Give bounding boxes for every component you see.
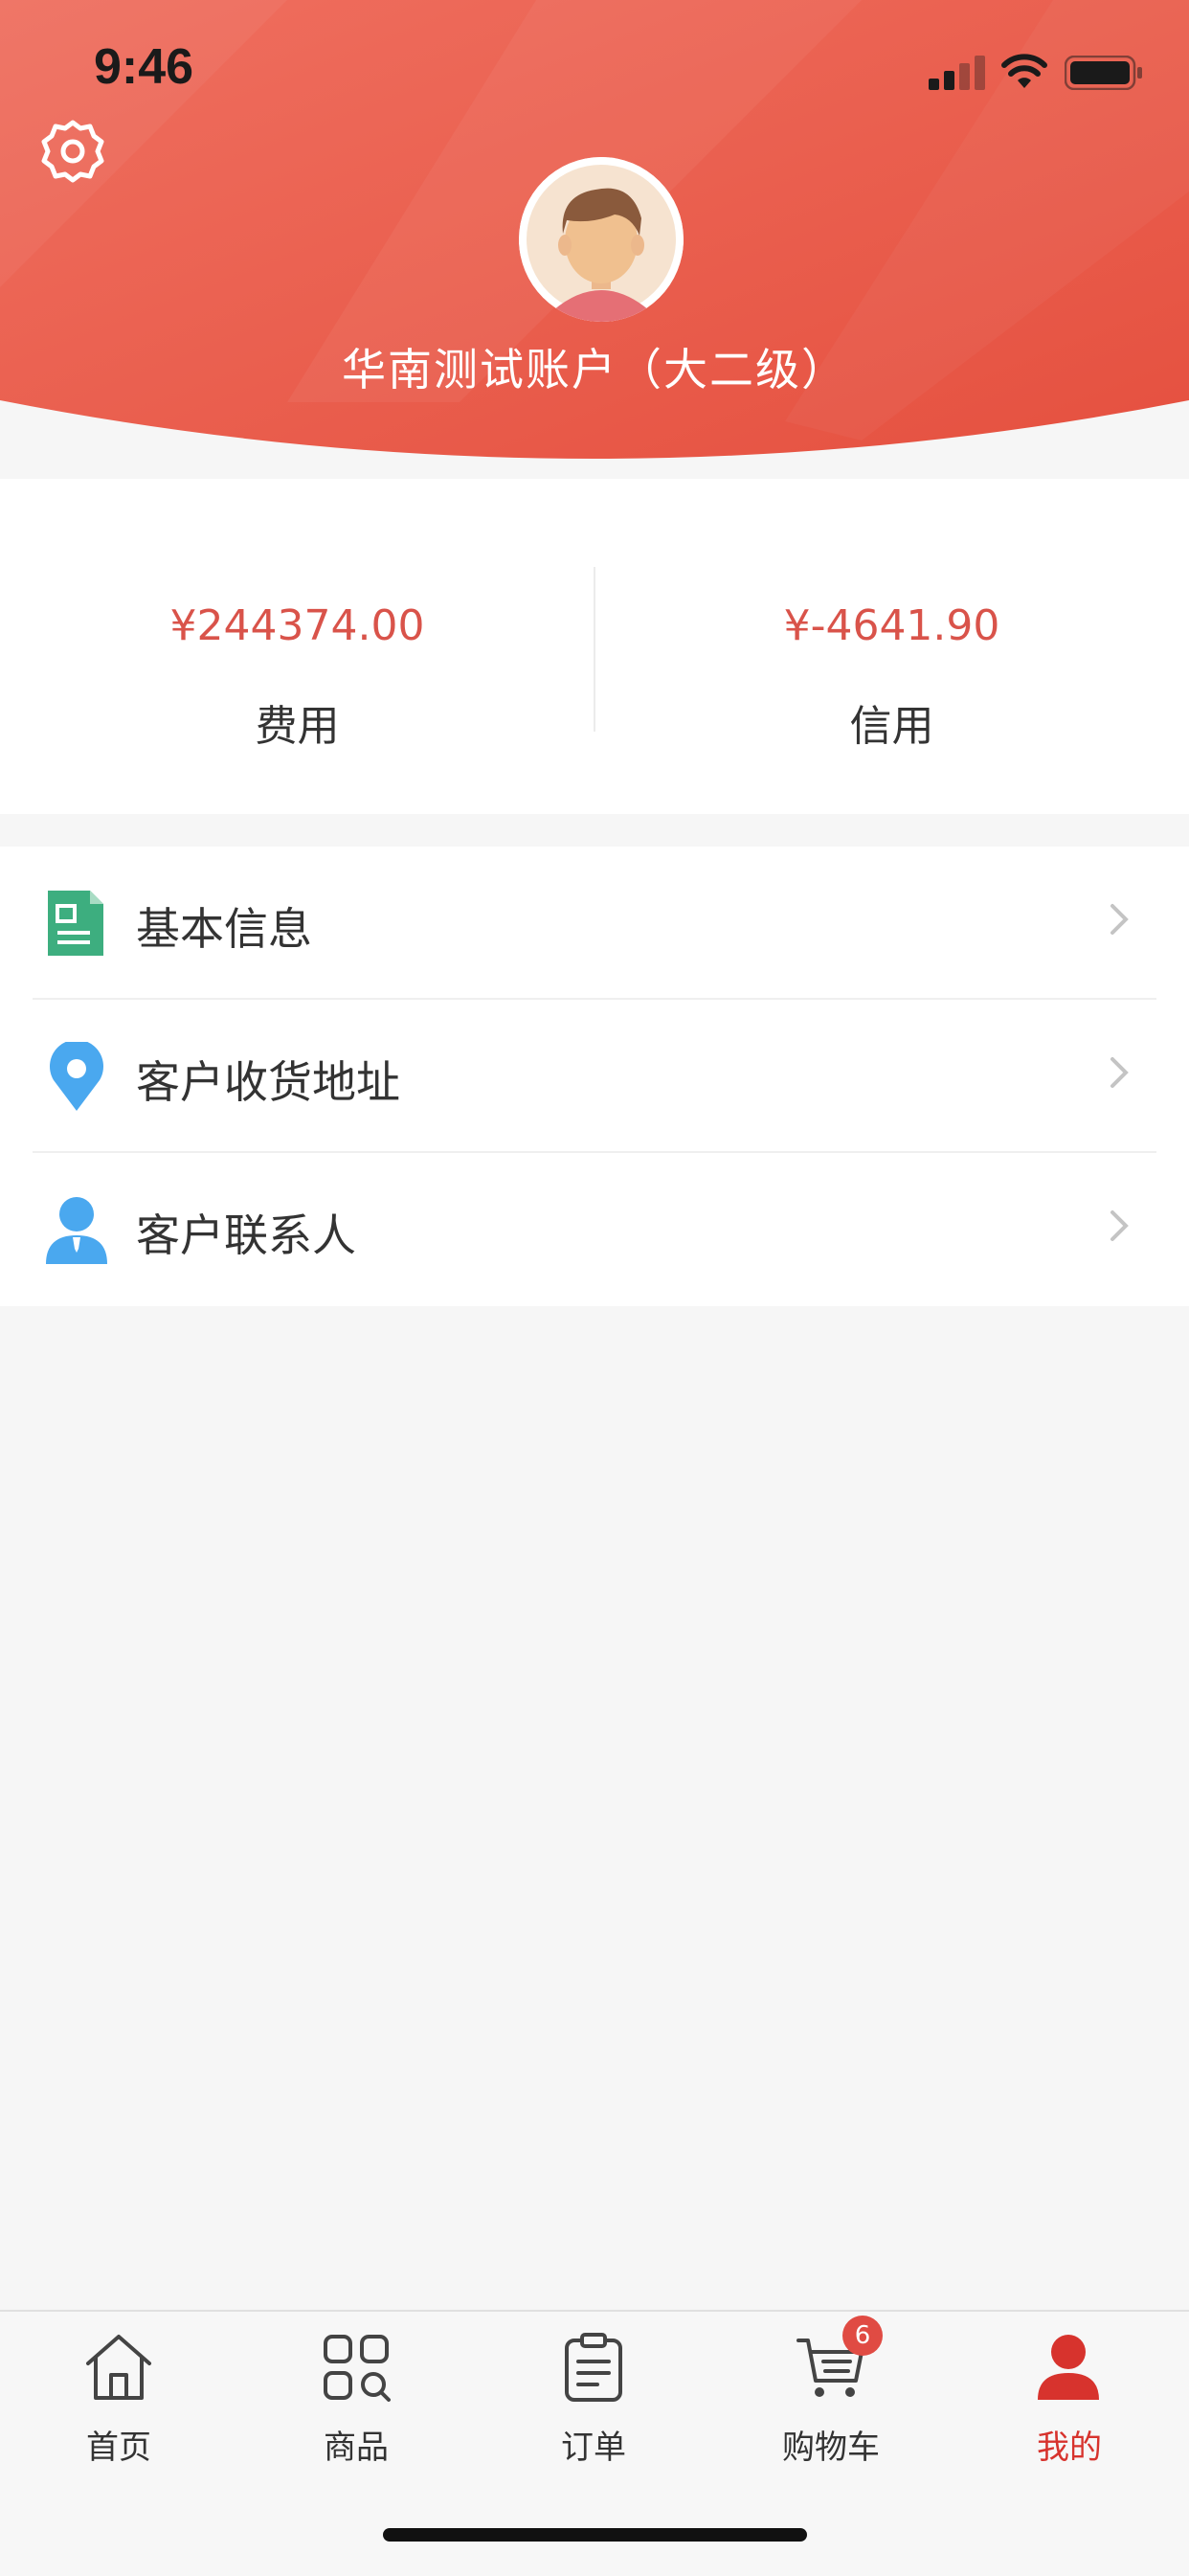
battery-icon [1065, 56, 1142, 90]
fee-stat[interactable]: ¥244374.00 费用 [0, 479, 594, 814]
menu-label-shipping-address: 客户收货地址 [136, 1056, 400, 1108]
contact-person-icon [46, 1197, 107, 1264]
tab-mine[interactable]: 我的 [950, 2312, 1189, 2503]
credit-amount: ¥-4641.90 [783, 601, 1000, 650]
avatar[interactable] [519, 157, 684, 322]
menu-item-basic-info[interactable]: 基本信息 [0, 847, 1189, 1000]
status-bar: 9:46 [0, 0, 1189, 144]
chevron-right-icon [1110, 1210, 1129, 1241]
chevron-right-icon [1110, 1057, 1129, 1088]
account-name: 华南测试账户（大二级） [342, 344, 847, 395]
tab-cart[interactable]: 购物车 [712, 2312, 950, 2503]
tab-orders[interactable]: 订单 [475, 2312, 712, 2503]
fee-label: 费用 [255, 702, 340, 751]
clipboard-icon [565, 2333, 622, 2402]
fee-amount: ¥244374.00 [169, 601, 425, 650]
cart-count-badge: 6 [842, 2316, 883, 2356]
menu-item-contacts[interactable]: 客户联系人 [0, 1153, 1189, 1306]
chevron-right-icon [1110, 904, 1129, 935]
profile-menu: 基本信息 客户收货地址 客户联系人 [0, 847, 1189, 1306]
home-icon [86, 2335, 151, 2400]
account-stats: ¥244374.00 费用 ¥-4641.90 信用 [0, 479, 1189, 814]
credit-stat[interactable]: ¥-4641.90 信用 [594, 479, 1189, 814]
settings-gear-icon[interactable] [38, 117, 107, 186]
tab-label-products: 商品 [324, 2429, 389, 2467]
grid-icon [324, 2335, 391, 2402]
wifi-icon [1001, 54, 1047, 88]
tab-label-mine: 我的 [1037, 2429, 1102, 2467]
menu-label-contacts: 客户联系人 [136, 1209, 356, 1261]
home-indicator[interactable] [383, 2528, 807, 2542]
location-pin-icon [50, 1042, 103, 1111]
cellular-signal-icon [929, 56, 985, 90]
tab-home[interactable]: 首页 [0, 2312, 237, 2503]
profile-header: 9:46 华南测试账户（大二级） [0, 0, 1189, 479]
tab-label-orders: 订单 [561, 2429, 626, 2467]
tab-products[interactable]: 商品 [237, 2312, 475, 2503]
tab-label-cart: 购物车 [782, 2429, 880, 2467]
document-icon [48, 891, 103, 956]
avatar-person-icon [519, 157, 684, 322]
menu-item-shipping-address[interactable]: 客户收货地址 [0, 1000, 1189, 1153]
user-icon [1038, 2335, 1099, 2400]
credit-label: 信用 [849, 702, 934, 751]
menu-label-basic-info: 基本信息 [136, 903, 312, 955]
tab-label-home: 首页 [86, 2429, 151, 2467]
status-time: 9:46 [94, 39, 194, 95]
